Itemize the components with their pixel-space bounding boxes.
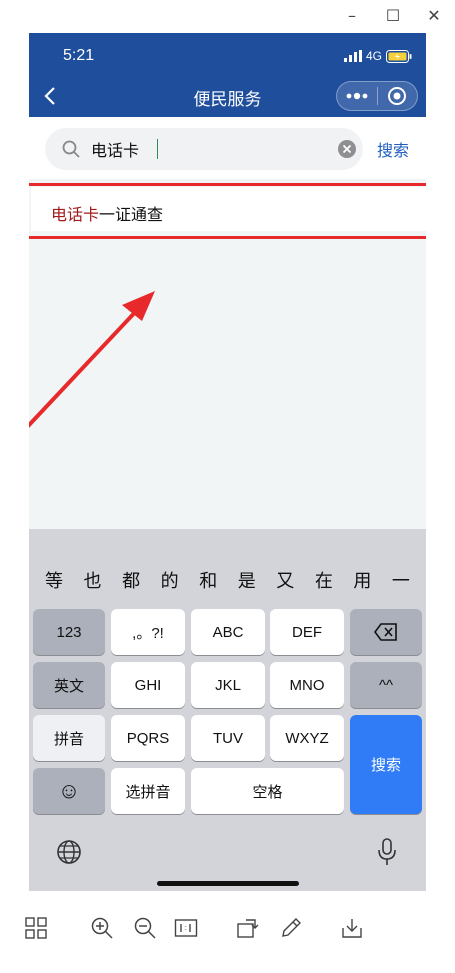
candidate-word[interactable]: 是 xyxy=(232,563,262,601)
candidate-word[interactable]: 也 xyxy=(78,563,108,601)
key-select-pinyin[interactable]: 选拼音 xyxy=(111,768,185,814)
more-dots-icon[interactable] xyxy=(337,82,377,110)
key-pqrs[interactable]: PQRS xyxy=(111,715,185,761)
globe-icon[interactable] xyxy=(56,839,82,865)
key-emoticon[interactable]: ^^ xyxy=(350,662,422,708)
candidate-word[interactable]: 和 xyxy=(193,563,223,601)
actual-size-icon[interactable] xyxy=(174,916,198,940)
search-input[interactable] xyxy=(91,128,321,170)
candidate-word[interactable]: 用 xyxy=(347,563,377,601)
pencil-icon[interactable] xyxy=(279,916,303,940)
battery-icon xyxy=(386,49,412,63)
maximize-button[interactable]: ☐ xyxy=(382,5,404,27)
close-button[interactable]: ✕ xyxy=(423,5,445,27)
zoom-out-icon[interactable] xyxy=(133,916,157,940)
mini-program-capsule xyxy=(336,81,418,111)
zoom-in-icon[interactable] xyxy=(90,916,114,940)
window-controls: – ☐ ✕ xyxy=(0,0,455,32)
status-bar-right: 4G xyxy=(343,49,412,63)
key-backspace[interactable] xyxy=(350,609,422,655)
candidate-word[interactable]: 都 xyxy=(116,563,146,601)
key-search[interactable]: 搜索 xyxy=(350,715,422,814)
app-header: 5:21 4G 便民服务 xyxy=(29,33,426,117)
key-ghi[interactable]: GHI xyxy=(111,662,185,708)
keyboard: 等 也 都 的 和 是 又 在 用 一 123 ,。?! ABC DEF 英文 … xyxy=(29,529,426,891)
key-space[interactable]: 空格 xyxy=(191,768,344,814)
minimize-button[interactable]: – xyxy=(341,5,363,27)
key-english[interactable]: 英文 xyxy=(33,662,105,708)
backspace-icon xyxy=(374,623,397,641)
search-icon xyxy=(62,140,80,158)
candidate-word[interactable]: 又 xyxy=(270,563,300,601)
download-icon[interactable] xyxy=(340,916,364,940)
annotation-highlight-box xyxy=(29,183,426,239)
network-label: 4G xyxy=(365,49,382,63)
emoji-icon[interactable]: ☺ xyxy=(33,768,105,814)
key-pinyin[interactable]: 拼音 xyxy=(33,715,105,761)
clear-icon[interactable] xyxy=(337,139,357,159)
candidate-word[interactable]: 一 xyxy=(386,563,416,601)
candidate-bar: 等 也 都 的 和 是 又 在 用 一 xyxy=(29,563,426,601)
search-box[interactable] xyxy=(45,128,363,170)
key-def[interactable]: DEF xyxy=(270,609,344,655)
search-button[interactable]: 搜索 xyxy=(377,137,409,161)
key-jkl[interactable]: JKL xyxy=(191,662,265,708)
signal-icon xyxy=(343,50,362,62)
key-tuv[interactable]: TUV xyxy=(191,715,265,761)
target-icon[interactable] xyxy=(378,82,418,110)
key-punctuation[interactable]: ,。?! xyxy=(111,609,185,655)
key-wxyz[interactable]: WXYZ xyxy=(270,715,344,761)
candidate-word[interactable]: 等 xyxy=(39,563,69,601)
key-abc[interactable]: ABC xyxy=(191,609,265,655)
search-bar: 搜索 xyxy=(29,117,426,179)
home-indicator xyxy=(157,881,299,886)
viewer-toolbar xyxy=(0,900,455,960)
candidate-word[interactable]: 的 xyxy=(155,563,185,601)
grid-icon[interactable] xyxy=(24,916,48,940)
annotation-arrow xyxy=(29,291,155,428)
search-result[interactable]: 电话卡一证通查 xyxy=(29,183,426,239)
microphone-icon[interactable] xyxy=(377,837,397,867)
status-time: 5:21 xyxy=(63,47,95,64)
key-mno[interactable]: MNO xyxy=(270,662,344,708)
candidate-word[interactable]: 在 xyxy=(309,563,339,601)
text-cursor xyxy=(157,139,158,159)
key-123[interactable]: 123 xyxy=(33,609,105,655)
phone-screen: 5:21 4G 便民服务 搜索 电话卡一证通查 xyxy=(29,33,426,891)
rotate-icon[interactable] xyxy=(236,916,260,940)
